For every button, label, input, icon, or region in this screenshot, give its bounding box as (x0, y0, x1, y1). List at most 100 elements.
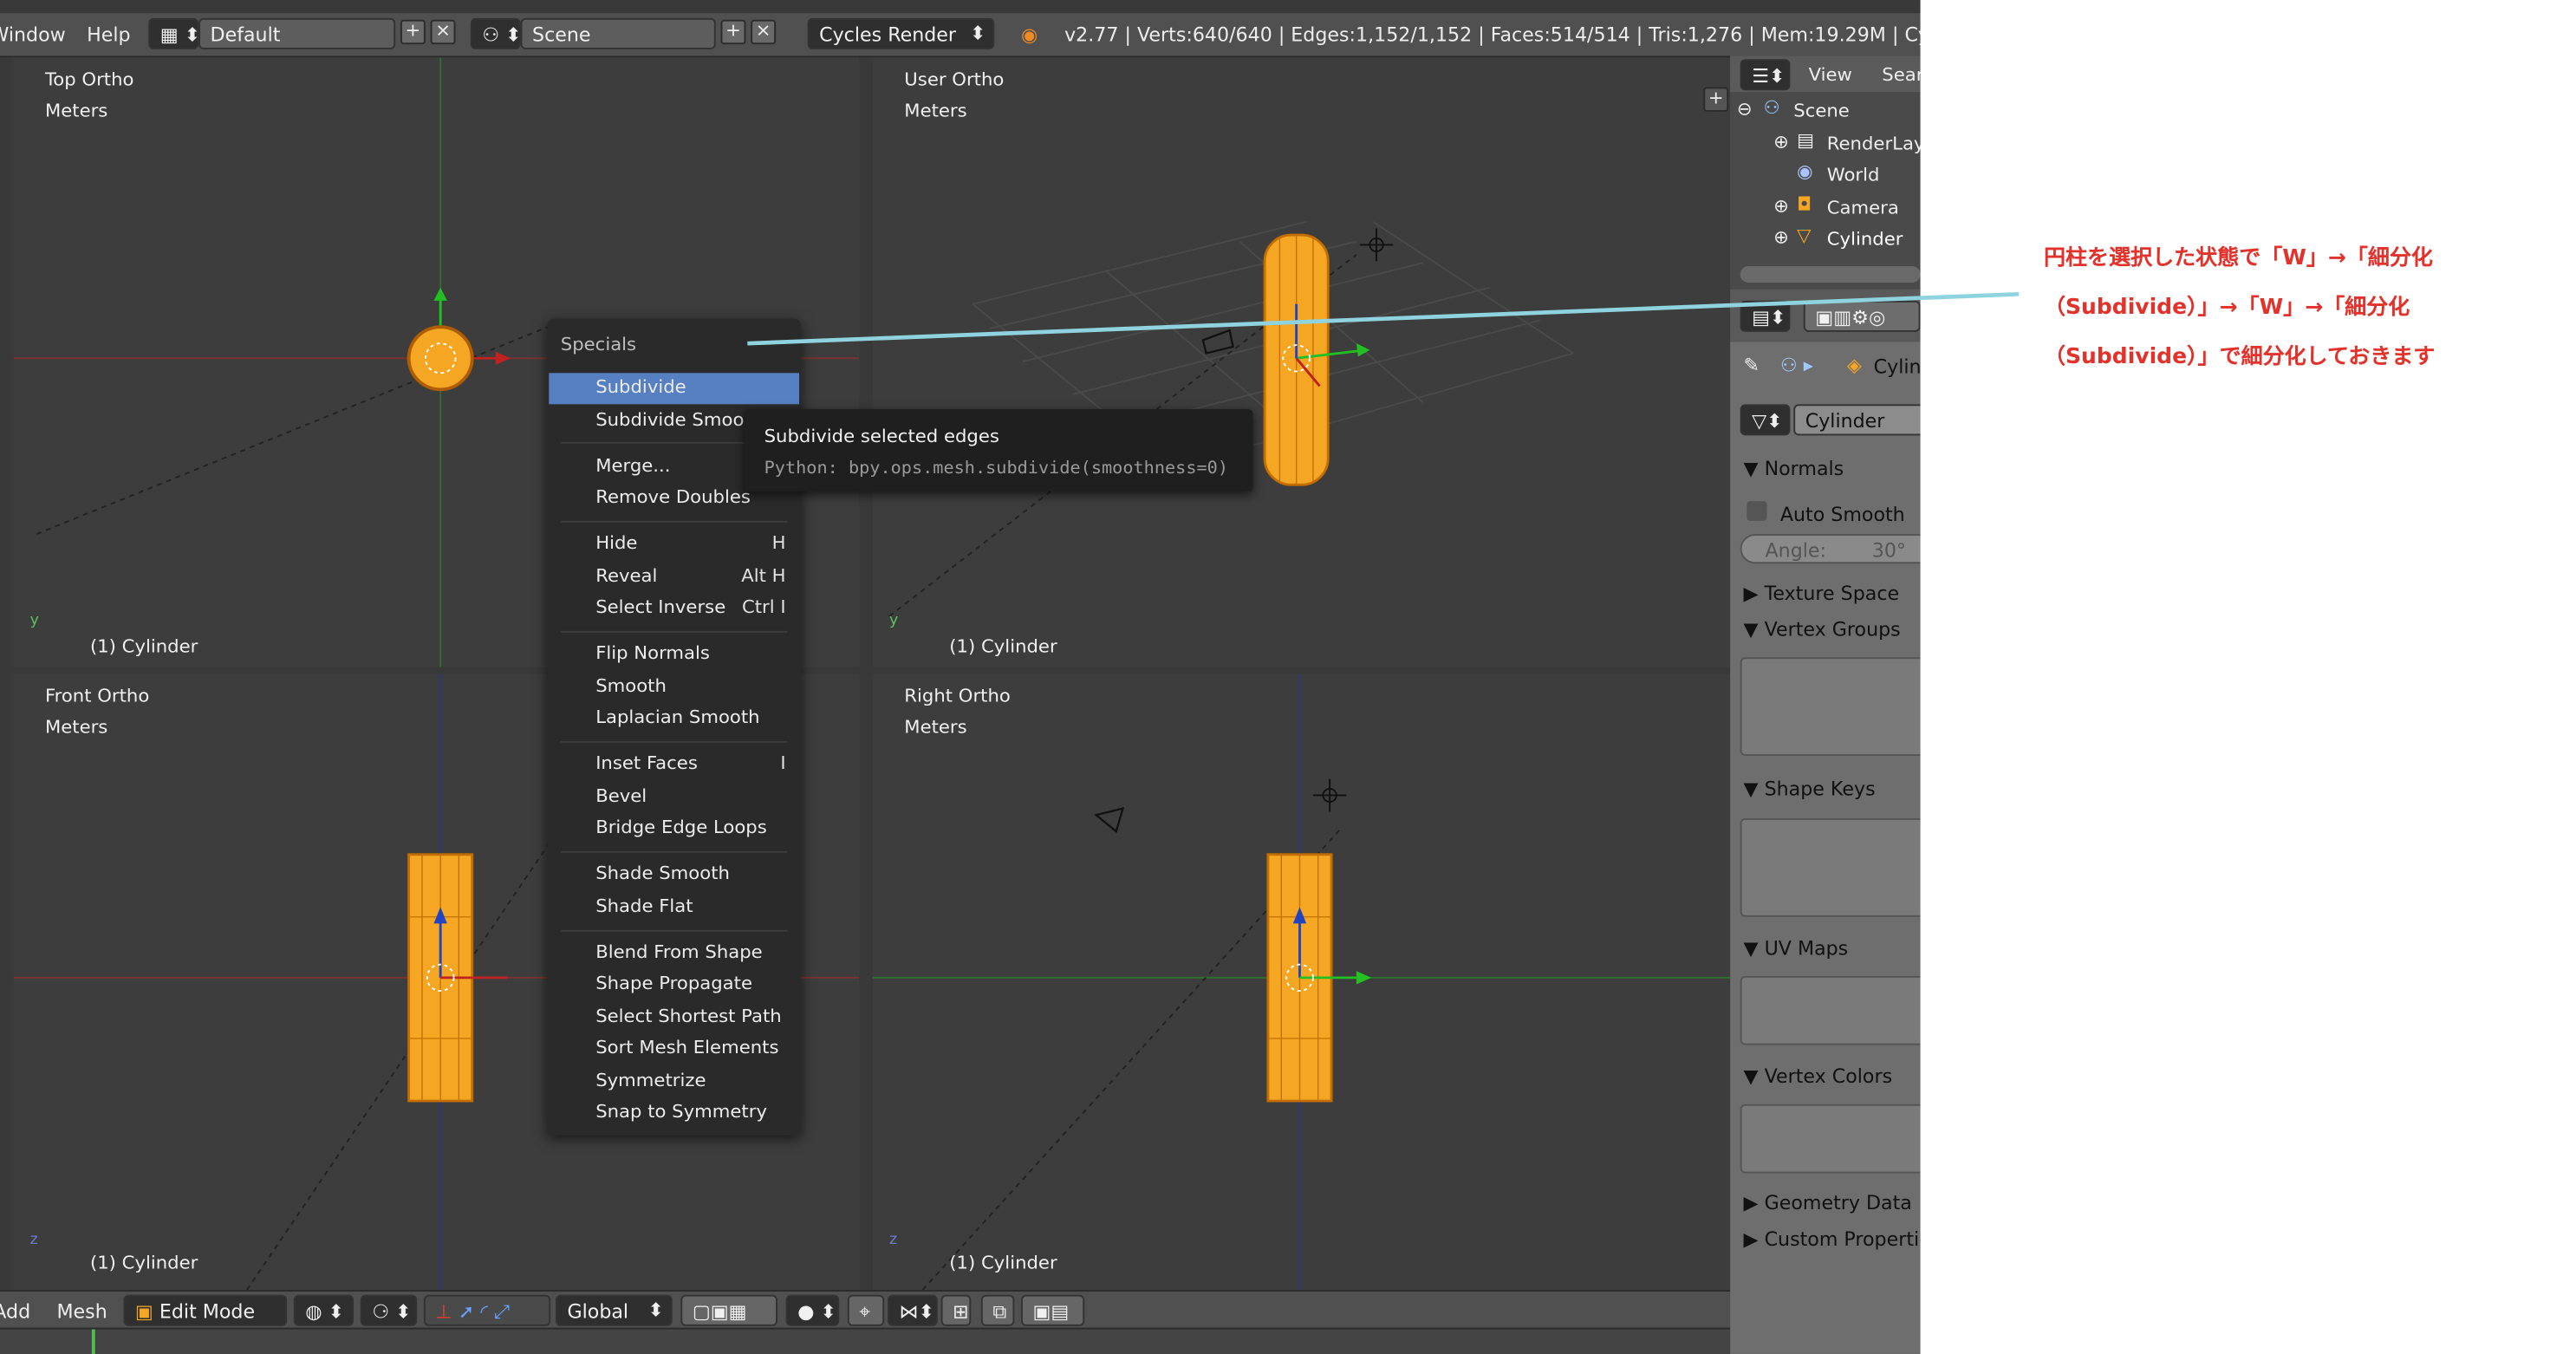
orientation-value: Global (567, 1299, 629, 1323)
menu-item-bridge-edge-loops[interactable]: Bridge Edge Loops (549, 813, 799, 844)
outliner-item-camera[interactable]: ⊕ ◘ Camera (1730, 192, 1920, 224)
mode-value: Edit Mode (159, 1299, 256, 1323)
help-menu[interactable]: Help (87, 23, 130, 47)
menu-divider (560, 740, 788, 743)
viewport-user-ortho[interactable]: User Ortho Meters y (1) Cylinder + (872, 57, 1731, 667)
annotation-text-line3: （Subdivide）」で細分化しておきます (2044, 345, 2436, 370)
viewport-units: Meters (904, 716, 967, 739)
screen-layout-icon[interactable]: ▦ ⬍ (148, 17, 200, 49)
add-layout-icon[interactable]: + (400, 19, 426, 45)
expand-icon[interactable]: ⊕ (1773, 132, 1789, 153)
menu-item-smooth[interactable]: Smooth (549, 672, 799, 703)
scene-icon[interactable]: ⚇ ⬍ (470, 17, 522, 49)
snap-element-select[interactable]: ⋈⬍ (888, 1294, 938, 1326)
mode-select[interactable]: ▣ Edit Mode (123, 1294, 288, 1326)
menu-item-select-inverse[interactable]: Select Inverse Ctrl I (549, 593, 799, 624)
menu-item-sort-mesh-elements[interactable]: Sort Mesh Elements (549, 1033, 799, 1064)
remove-scene-icon[interactable]: × (751, 19, 777, 45)
window-menu[interactable]: Window (0, 23, 66, 47)
menu-item-bevel[interactable]: Bevel (549, 782, 799, 813)
screen-layout-field[interactable]: Default (198, 17, 396, 49)
outliner-item-cylinder[interactable]: ⊕ ▽ Cylinder (1730, 224, 1920, 255)
proportional-edit-select[interactable]: ● ⬍ (785, 1294, 840, 1326)
vertex-colors-panel-header[interactable]: ▼ Vertex Colors (1744, 1064, 1893, 1088)
tooltip: Subdivide selected edges Python: bpy.ops… (744, 409, 1253, 491)
menu-item-hide[interactable]: Hide H (549, 529, 799, 560)
outliner-scrollbar[interactable] (1740, 266, 1921, 283)
outliner-item-scene[interactable]: ⊖ ⚇ Scene (1730, 95, 1920, 127)
shape-keys-list[interactable] (1740, 818, 1921, 917)
mesh-datablock-name[interactable]: Cylinder (1793, 404, 1921, 436)
snap-toggle-icon[interactable]: ⌖ (847, 1294, 885, 1326)
menu-item-shape-propagate[interactable]: Shape Propagate (549, 969, 799, 1000)
render-engine-select[interactable]: Cycles Render ⬍ (807, 17, 995, 49)
viewport-add-icon[interactable]: + (1703, 87, 1729, 112)
menu-item-reveal[interactable]: Reveal Alt H (549, 562, 799, 593)
menu-item-shade-flat[interactable]: Shade Flat (549, 892, 799, 923)
opengl-render-icons[interactable]: ▣▤ (1021, 1294, 1085, 1326)
viewport-divider-horizontal[interactable] (13, 667, 1731, 674)
mesh-datablock-icon[interactable]: ▽⬍ (1740, 404, 1791, 436)
viewport-user-grid (888, 220, 1574, 617)
breadcrumb-object: Cylinder (1873, 355, 1921, 378)
editor-type-icon[interactable]: ☰⬍ (1740, 59, 1791, 91)
orientation-select[interactable]: Global ⬍ (555, 1294, 673, 1326)
rotate-icon[interactable]: ◜ (480, 1299, 488, 1323)
expand-icon[interactable]: ⊕ (1773, 196, 1789, 218)
editor-type-icon[interactable]: ▤⬍ (1740, 300, 1791, 332)
scale-icon[interactable]: ⤢ (494, 1299, 510, 1323)
menu-item-flip-normals[interactable]: Flip Normals (549, 639, 799, 670)
context-tab-icons[interactable]: ▣▥⚙◎ (1803, 300, 1921, 332)
scene-field[interactable]: Scene (520, 17, 716, 49)
menu-item-label: Select Inverse (595, 596, 726, 618)
add-scene-icon[interactable]: + (720, 19, 746, 45)
snap-target-icon[interactable]: ⊞ (940, 1294, 972, 1326)
menu-item-inset-faces[interactable]: Inset Faces I (549, 749, 799, 780)
translate-icon[interactable]: ➚ (459, 1299, 475, 1323)
uv-maps-list[interactable] (1740, 975, 1921, 1045)
timeline-strip[interactable] (0, 1327, 1731, 1354)
normals-panel-header[interactable]: ▼ Normals (1744, 457, 1844, 480)
add-menu[interactable]: Add (0, 1299, 30, 1323)
menu-item-laplacian-smooth[interactable]: Laplacian Smooth (549, 703, 799, 734)
pin-icon[interactable]: ✎ (1744, 354, 1760, 377)
menu-item-shade-smooth[interactable]: Shade Smooth (549, 859, 799, 890)
viewport-right-ortho[interactable]: Right Ortho Meters z (1) Cylinder (872, 674, 1731, 1291)
expand-icon[interactable]: ⊕ (1773, 227, 1789, 249)
uv-maps-panel-header[interactable]: ▼ UV Maps (1744, 936, 1849, 960)
menu-item-label: Sort Mesh Elements (595, 1037, 779, 1058)
outliner-item-renderlayers[interactable]: ⊕ ▤ RenderLayers (1730, 128, 1920, 159)
menu-item-symmetrize[interactable]: Symmetrize (549, 1066, 799, 1097)
remove-layout-icon[interactable]: × (430, 19, 456, 45)
custom-properties-panel-header[interactable]: ▶ Custom Properties (1744, 1227, 1921, 1251)
viewport-shading-select[interactable]: ◍ ⬍ (293, 1294, 355, 1326)
angle-value: 30° (1871, 538, 1906, 563)
vertex-groups-panel-header[interactable]: ▼ Vertex Groups (1744, 618, 1901, 641)
select-mode-buttons[interactable]: ▢▣▦ (680, 1294, 778, 1326)
outliner-item-world[interactable]: ◉ World (1730, 159, 1920, 191)
outliner-search-menu[interactable]: Search (1882, 64, 1920, 86)
vertex-colors-list[interactable] (1740, 1103, 1921, 1174)
manipulator-toggles[interactable]: ⊥ ➚ ◜ ⤢ (423, 1294, 551, 1326)
outliner-item-label: Camera (1826, 197, 1899, 219)
menu-item-subdivide[interactable]: Subdivide (549, 373, 800, 405)
texture-space-panel-header[interactable]: ▶ Texture Space (1744, 582, 1900, 605)
menu-item-snap-to-symmetry[interactable]: Snap to Symmetry (549, 1097, 799, 1129)
current-frame-marker[interactable] (91, 1329, 95, 1354)
panel-title: Vertex Colors (1764, 1064, 1893, 1088)
menu-item-label: Symmetrize (595, 1070, 706, 1091)
menu-item-shortcut: Alt H (741, 565, 786, 587)
mesh-menu[interactable]: Mesh (56, 1299, 107, 1323)
outliner-panel: ☰⬍ View Search ⊖ ⚇ Scene ⊕ ▤ RenderLayer… (1730, 55, 1921, 290)
vertex-groups-list[interactable] (1740, 657, 1921, 756)
geometry-data-panel-header[interactable]: ▶ Geometry Data (1744, 1191, 1912, 1214)
menu-item-blend-from-shape[interactable]: Blend From Shape (549, 938, 799, 969)
menu-item-select-shortest-path[interactable]: Select Shortest Path (549, 1002, 799, 1033)
auto-smooth-checkbox[interactable] (1747, 501, 1767, 521)
pivot-point-select[interactable]: ⚆ ⬍ (360, 1294, 418, 1326)
shape-keys-panel-header[interactable]: ▼ Shape Keys (1744, 778, 1876, 801)
outliner-view-menu[interactable]: View (1809, 64, 1852, 86)
angle-field[interactable]: Angle: 30° (1740, 534, 1921, 564)
collapse-icon[interactable]: ⊖ (1737, 99, 1753, 120)
render-region-icon[interactable]: ⧉ (980, 1294, 1015, 1326)
